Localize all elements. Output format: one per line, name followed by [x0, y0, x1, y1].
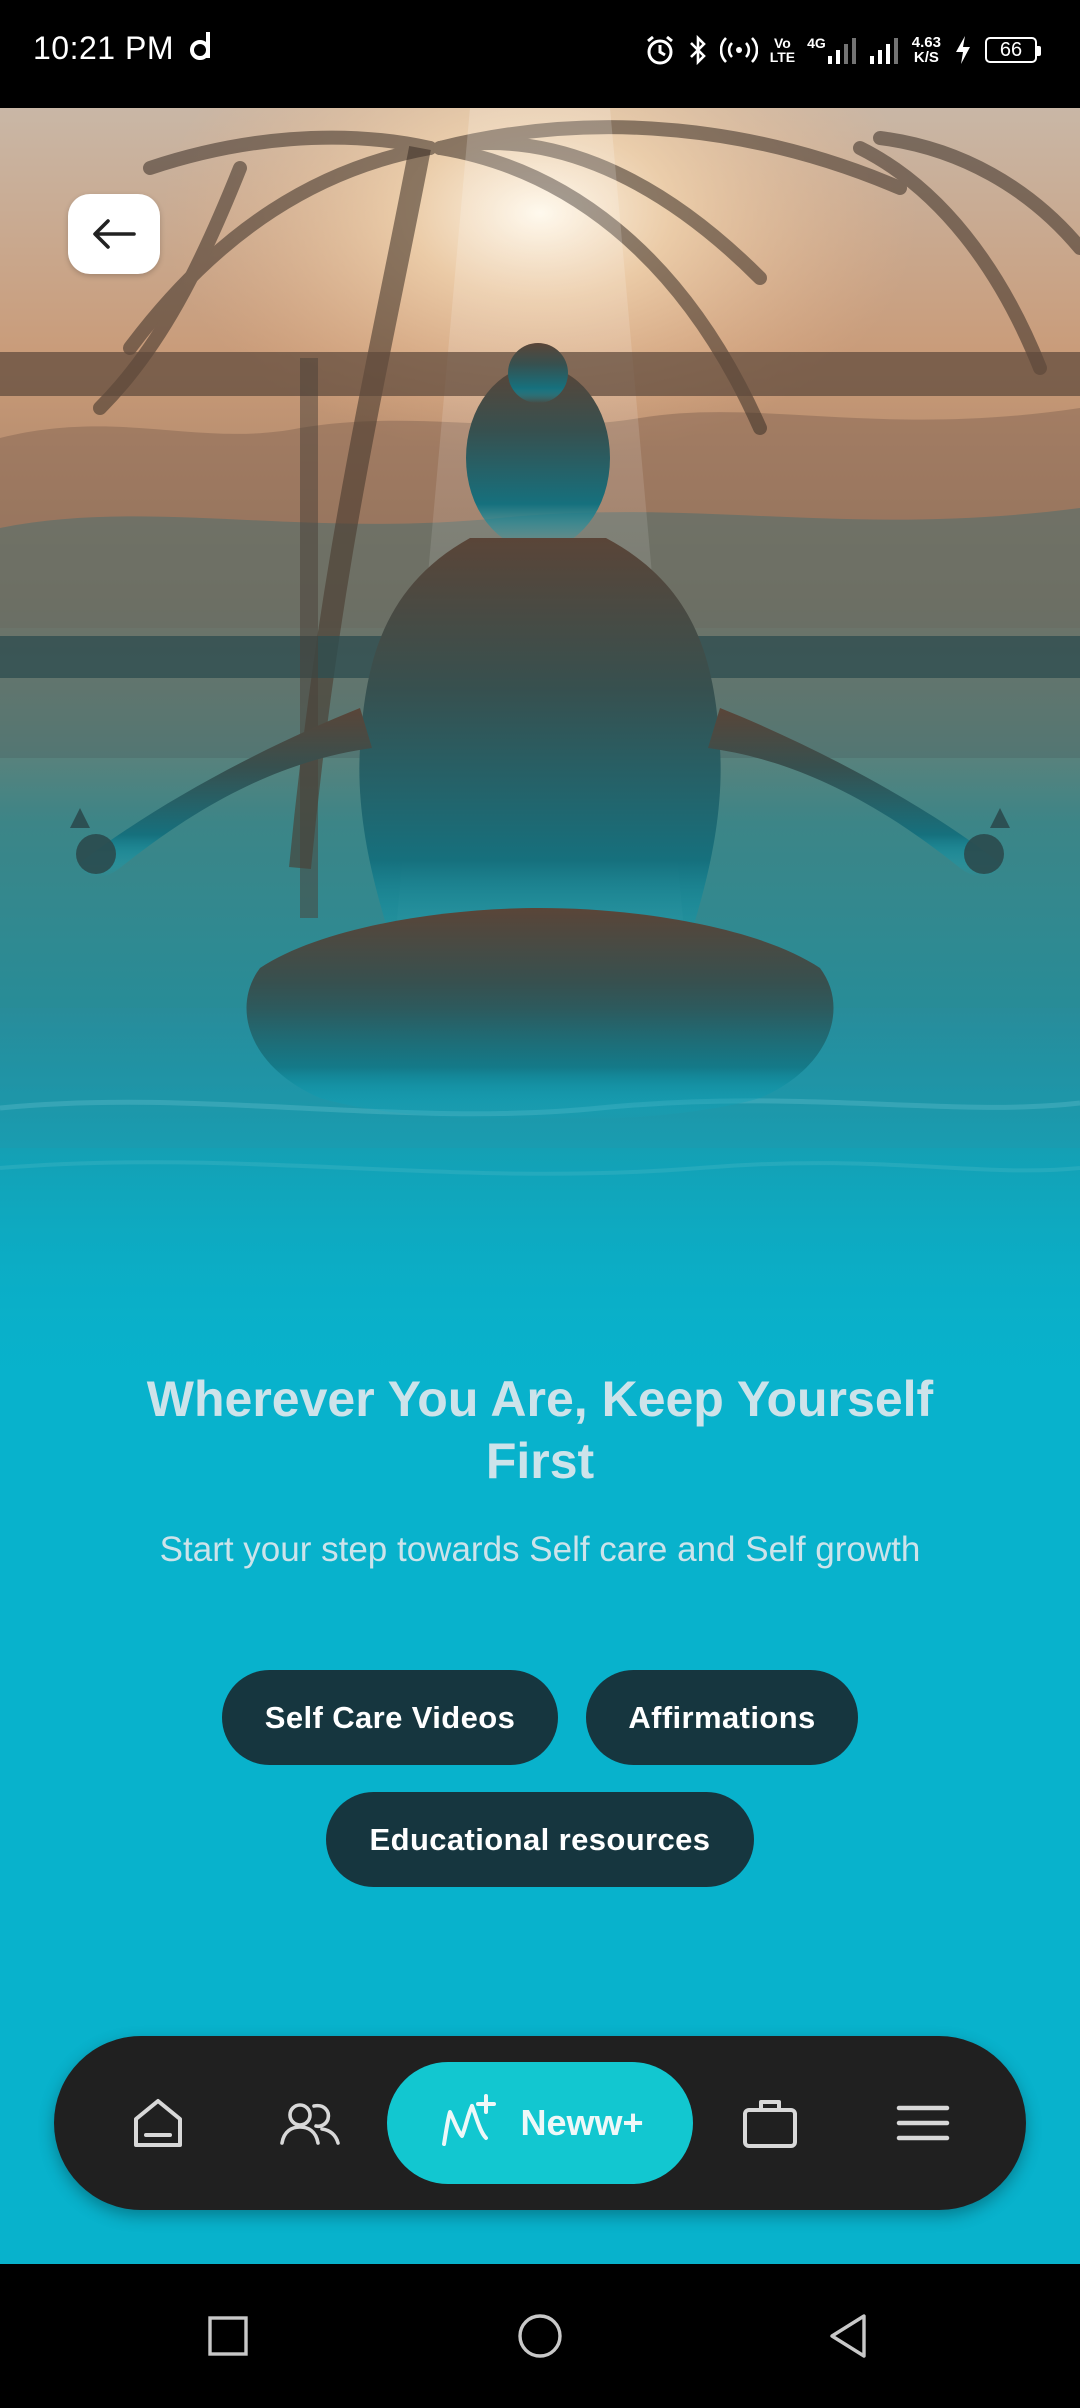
affirmations-button[interactable]: Affirmations — [586, 1670, 858, 1765]
charging-icon — [956, 36, 970, 64]
mobile-data-signal: 4G — [807, 36, 858, 64]
bottom-navigation: Neww+ — [54, 2036, 1026, 2210]
nav-neww-plus-label: Neww+ — [520, 2102, 644, 2143]
network-speed: 4.63 K/S — [912, 35, 941, 65]
status-icons: Vo LTE 4G 4.63 K/S 66 — [644, 30, 1041, 70]
neww-plus-logo-icon — [442, 2094, 497, 2146]
home-icon — [134, 2099, 182, 2147]
self-care-videos-button[interactable]: Self Care Videos — [222, 1670, 558, 1765]
signal-icon-2 — [869, 38, 898, 64]
volte-bottom: LTE — [769, 49, 796, 65]
system-navigation-bar — [0, 2264, 1080, 2408]
volte-top: Vo — [773, 35, 791, 51]
status-bar: 10:21 PM Vo LTE 4G 4.63 K/S 66 — [0, 0, 1080, 108]
page-subtitle: Start your step towards Self care and Se… — [159, 1530, 921, 1569]
meditation-illustration — [0, 108, 1080, 1408]
network-type: 4G — [807, 35, 826, 51]
battery-icon: 66 — [985, 37, 1041, 63]
briefcase-icon — [743, 2100, 797, 2148]
battery-level: 66 — [999, 38, 1023, 61]
status-time: 10:21 PM — [33, 30, 174, 66]
page-title: Wherever You Are, Keep Yourself First — [146, 1371, 934, 1489]
signal-icon — [827, 38, 856, 64]
bluetooth-icon — [689, 34, 706, 66]
nav-community-button[interactable] — [270, 2083, 350, 2163]
speed-unit: K/S — [913, 49, 939, 66]
circle-home-icon — [518, 2314, 562, 2358]
recents-button[interactable] — [192, 2300, 264, 2372]
self-care-screen: Wherever You Are, Keep Yourself First St… — [0, 108, 1080, 2264]
system-home-button[interactable] — [504, 2300, 576, 2372]
carrier-d-icon — [190, 32, 210, 60]
nav-home-button[interactable] — [118, 2083, 198, 2163]
educational-resources-button[interactable]: Educational resources — [326, 1792, 754, 1887]
back-button[interactable] — [68, 194, 160, 274]
nav-neww-plus-button[interactable]: Neww+ — [387, 2062, 693, 2184]
nav-menu-button[interactable] — [883, 2083, 963, 2163]
alarm-icon — [646, 35, 673, 65]
speed-value: 4.63 — [911, 34, 941, 51]
community-icon — [280, 2103, 340, 2145]
menu-icon — [896, 2105, 950, 2141]
triangle-back-icon — [830, 2314, 866, 2358]
nav-jobs-button[interactable] — [730, 2083, 810, 2163]
volte-indicator: Vo LTE — [770, 36, 795, 64]
system-back-button[interactable] — [812, 2300, 884, 2372]
square-recents-icon — [208, 2316, 248, 2356]
hotspot-icon — [719, 37, 758, 63]
hero-image — [0, 108, 1080, 1408]
arrow-left-icon — [93, 219, 136, 249]
